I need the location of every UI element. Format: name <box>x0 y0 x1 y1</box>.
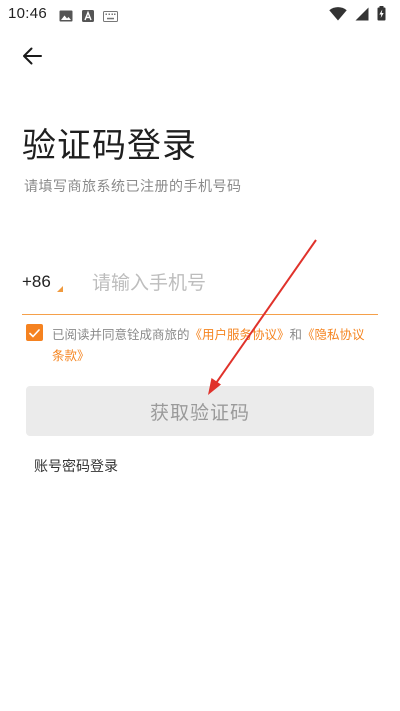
image-icon <box>59 7 73 26</box>
agreement-conjunction: 和 <box>289 327 303 342</box>
get-code-button[interactable]: 获取验证码 <box>26 386 374 436</box>
agreement-prefix: 已阅读并同意铨成商旅的 <box>52 327 190 342</box>
signal-icon <box>355 6 369 25</box>
agree-checkbox[interactable] <box>26 324 43 341</box>
battery-charging-icon <box>377 6 386 25</box>
back-button[interactable] <box>18 46 46 70</box>
status-bar: 10:46 <box>0 0 400 28</box>
status-notification-icons <box>59 7 118 26</box>
page-title: 验证码登录 <box>22 126 197 166</box>
status-system-icons <box>329 6 386 25</box>
a-letter-icon <box>82 7 94 26</box>
agreement-text: 已阅读并同意铨成商旅的《用户服务协议》和《隐私协议条款》 <box>52 324 372 366</box>
password-login-link[interactable]: 账号密码登录 <box>34 456 118 476</box>
country-code-selector[interactable]: +86 <box>22 272 51 292</box>
checkmark-icon <box>29 323 40 342</box>
phone-input-row: +86 <box>22 262 378 315</box>
wifi-icon <box>329 6 347 25</box>
phone-input[interactable] <box>92 264 372 302</box>
keyboard-icon <box>103 7 118 26</box>
caret-down-icon[interactable] <box>57 286 63 292</box>
status-time: 10:46 <box>8 5 48 22</box>
user-agreement-link[interactable]: 《用户服务协议》 <box>190 327 290 342</box>
arrow-left-icon <box>22 47 42 69</box>
page-subtitle: 请填写商旅系统已注册的手机号码 <box>24 179 242 195</box>
